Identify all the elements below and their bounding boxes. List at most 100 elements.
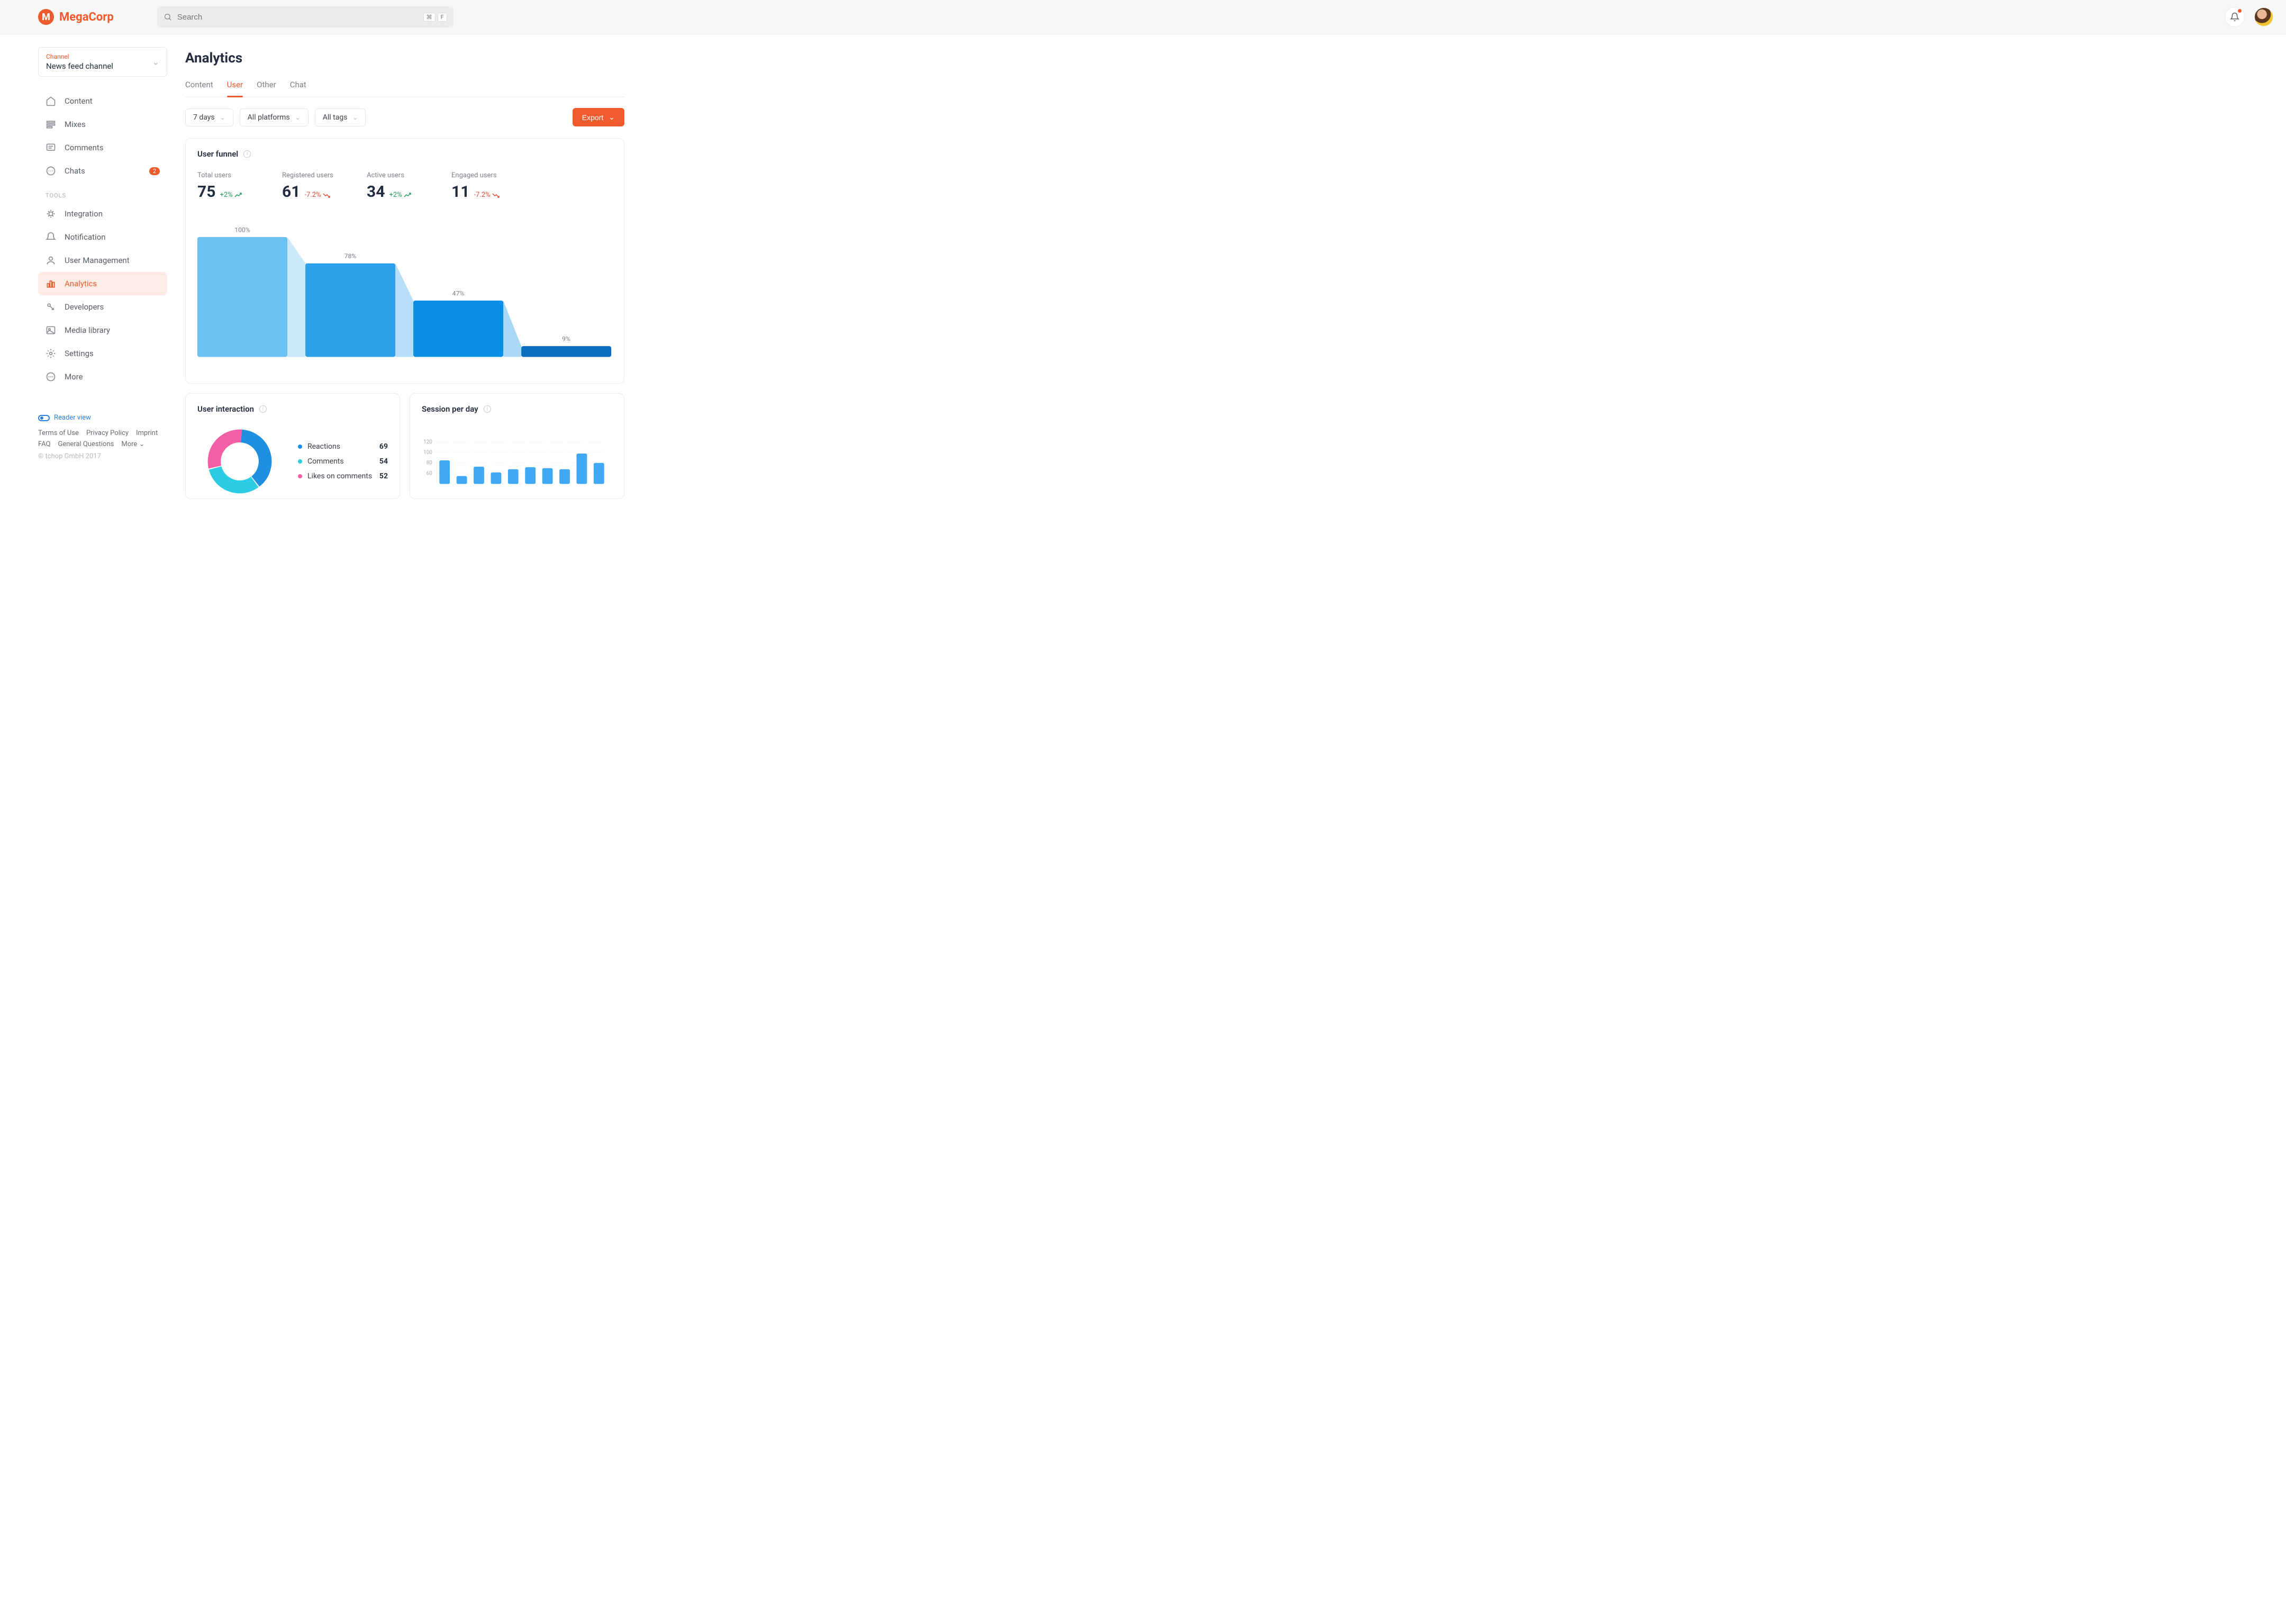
card-user-interaction: User interaction i Reactions69Comments54… (185, 393, 400, 499)
analytics-icon (46, 278, 56, 289)
sidebar-item-label: Integration (65, 209, 103, 219)
sidebar-item-label: Settings (65, 349, 94, 358)
chevron-down-icon: ⌄ (295, 114, 301, 121)
filters-row: 7 days ⌄ All platforms ⌄ All tags ⌄ Expo… (185, 108, 624, 126)
tab-other[interactable]: Other (257, 80, 276, 97)
sidebar-nav: Content Mixes Comments Chats2 (38, 89, 167, 183)
filter-date-range[interactable]: 7 days ⌄ (185, 108, 233, 126)
trend-up-icon (404, 193, 411, 198)
developers-icon (46, 302, 56, 312)
copyright: © tchop GmbH 2017 (38, 452, 167, 460)
sidebar-item-settings[interactable]: Settings (38, 342, 167, 365)
sidebar-item-integration[interactable]: Integration (38, 202, 167, 225)
sidebar-item-mixes[interactable]: Mixes (38, 113, 167, 136)
svg-text:60: 60 (427, 470, 432, 476)
funnel-stat: Registered users 61 -7.2% (282, 171, 367, 201)
card-session-per-day: Session per day i 6080100120 (410, 393, 624, 499)
channel-selector[interactable]: Channel News feed channel ⌄ (38, 47, 167, 77)
integration-icon (46, 208, 56, 219)
sidebar-nav-tools: Integration NotificationUser Management An… (38, 202, 167, 388)
footer-link[interactable]: Privacy Policy (86, 429, 129, 437)
card-title: User interaction (197, 404, 254, 414)
user-icon (46, 255, 56, 266)
footer-link[interactable]: FAQ (38, 440, 50, 448)
donut-legend: Reactions69Comments54Likes on comments52 (298, 439, 388, 484)
search-field[interactable]: ⌘F (157, 6, 453, 28)
sidebar-item-user-management[interactable]: User Management (38, 249, 167, 272)
sidebar-item-label: Mixes (65, 120, 86, 129)
search-icon (164, 13, 172, 21)
search-input[interactable] (177, 13, 418, 22)
sidebar-item-more[interactable]: More (38, 365, 167, 388)
funnel-stat: Active users 34 +2% (367, 171, 451, 201)
svg-text:47%: 47% (452, 290, 465, 297)
trend-down-icon (492, 193, 500, 198)
notifications-button[interactable] (2225, 7, 2245, 27)
brand-logo[interactable]: M MegaCorp (38, 9, 114, 25)
page-title: Analytics (185, 50, 624, 66)
search-container: ⌘F (157, 6, 453, 28)
more-icon (46, 371, 56, 382)
footer-link[interactable]: Imprint (136, 429, 158, 437)
footer-links: Terms of Use Privacy Policy Imprint FAQ Gene… (38, 429, 167, 448)
sidebar-item-developers[interactable]: Developers (38, 295, 167, 319)
funnel-stat: Total users 75 +2% (197, 171, 282, 201)
legend-item: Likes on comments52 (298, 469, 388, 484)
chevron-down-icon: ⌄ (609, 113, 615, 122)
donut-chart (197, 424, 282, 498)
card-title: Session per day (422, 404, 478, 414)
sidebar-item-label: More (65, 372, 83, 382)
sidebar-item-notification[interactable]: Notification (38, 225, 167, 249)
legend-item: Reactions69 (298, 439, 388, 454)
sidebar-item-media-library[interactable]: Media library (38, 319, 167, 342)
tab-content[interactable]: Content (185, 80, 213, 97)
nav-section-tools: TOOLS (38, 183, 167, 202)
trend-down-icon (323, 193, 330, 198)
legend-dot-icon (298, 459, 302, 464)
info-icon[interactable]: i (243, 150, 251, 158)
chats-icon (46, 166, 56, 176)
card-title: User funnel (197, 149, 238, 159)
user-avatar[interactable] (2254, 7, 2273, 26)
sidebar-item-analytics[interactable]: Analytics (38, 272, 167, 295)
footer-link[interactable]: Terms of Use (38, 429, 79, 437)
sidebar: Channel News feed channel ⌄ Content Mixes… (0, 34, 180, 499)
brand-logo-icon: M (38, 9, 54, 25)
info-icon[interactable]: i (259, 405, 267, 413)
sidebar-item-label: Media library (65, 325, 110, 335)
tab-chat[interactable]: Chat (290, 80, 306, 97)
sidebar-item-label: Chats (65, 166, 85, 176)
brand-name: MegaCorp (59, 11, 114, 24)
funnel-chart: 100%78%47%9% (186, 207, 624, 383)
filter-platform[interactable]: All platforms ⌄ (240, 108, 309, 126)
svg-text:9%: 9% (562, 335, 570, 343)
export-button[interactable]: Export ⌄ (573, 108, 624, 126)
trend-up-icon (234, 193, 242, 198)
comments-icon (46, 142, 56, 153)
sidebar-item-content[interactable]: Content (38, 89, 167, 113)
reader-view-toggle[interactable]: Reader view (38, 414, 167, 422)
funnel-stat: Engaged users 11 -7.2% (451, 171, 536, 201)
sidebar-item-chats[interactable]: Chats2 (38, 159, 167, 183)
sidebar-item-label: Developers (65, 302, 104, 312)
filter-tags[interactable]: All tags ⌄ (315, 108, 366, 126)
session-bar-chart: 6080100120 (422, 423, 612, 492)
svg-text:100%: 100% (234, 226, 250, 233)
channel-label: Channel (46, 53, 159, 60)
svg-text:80: 80 (427, 460, 432, 466)
sidebar-item-label: Analytics (65, 279, 97, 288)
search-shortcut: ⌘F (423, 13, 447, 22)
notification-icon (46, 232, 56, 242)
svg-text:120: 120 (423, 439, 432, 445)
sidebar-item-label: Content (65, 96, 93, 106)
sidebar-item-comments[interactable]: Comments (38, 136, 167, 159)
footer-link[interactable]: General Questions (58, 440, 114, 448)
legend-dot-icon (298, 444, 302, 449)
info-icon[interactable]: i (484, 405, 491, 413)
tab-user[interactable]: User (227, 80, 243, 97)
toggle-icon (38, 415, 50, 421)
app-header: M MegaCorp ⌘F (0, 0, 2286, 34)
footer-link[interactable]: More ⌄ (121, 440, 144, 448)
chevron-down-icon: ⌄ (352, 114, 358, 121)
sidebar-item-label: Comments (65, 143, 104, 152)
